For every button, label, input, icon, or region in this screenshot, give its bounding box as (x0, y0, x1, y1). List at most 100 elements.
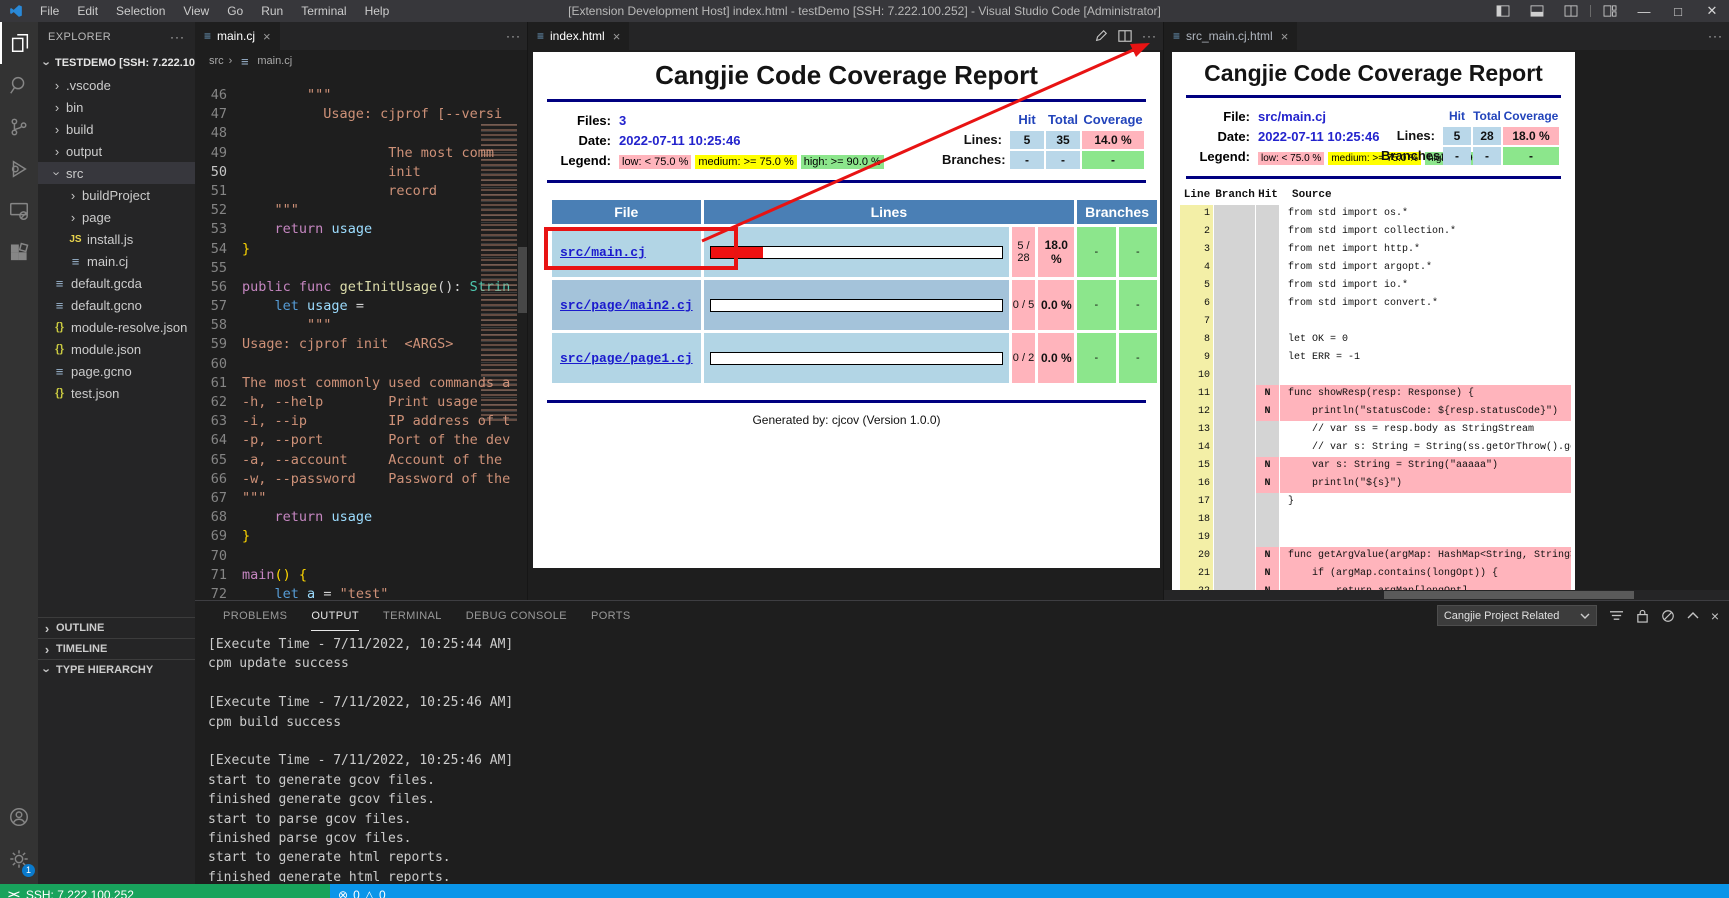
coverage-bar (710, 299, 1003, 312)
sidebar-section-outline[interactable]: ›OUTLINE (38, 617, 195, 638)
minimap[interactable] (481, 124, 517, 424)
tree-item-bin[interactable]: ›bin (38, 96, 195, 118)
menu-help[interactable]: Help (356, 0, 399, 22)
source-line-number: 5 (1180, 277, 1214, 295)
editor-actions-more-icon[interactable]: ··· (1142, 29, 1157, 43)
menu-run[interactable]: Run (252, 0, 292, 22)
section-label: OUTLINE (56, 622, 104, 634)
json-file-icon: {} (52, 343, 67, 355)
tree-item-default.gcno[interactable]: ≡default.gcno (38, 294, 195, 316)
close-tab-icon[interactable]: × (1281, 29, 1289, 44)
panel-tab-problems[interactable]: PROBLEMS (223, 601, 287, 631)
window-controls: — □ ✕ (1486, 0, 1729, 22)
minimize-button[interactable]: — (1627, 0, 1661, 22)
menu-edit[interactable]: Edit (68, 0, 107, 22)
source-control-icon[interactable] (0, 106, 38, 148)
close-panel-icon[interactable]: × (1711, 608, 1719, 624)
breadcrumb[interactable]: src › ≡ main.cj (195, 50, 527, 72)
close-button[interactable]: ✕ (1695, 0, 1729, 22)
maximize-button[interactable]: □ (1661, 0, 1695, 22)
menu-selection[interactable]: Selection (107, 0, 174, 22)
tree-item-build[interactable]: ›build (38, 118, 195, 140)
maximize-panel-icon[interactable] (1687, 611, 1699, 620)
tree-item-buildProject[interactable]: ›buildProject (38, 184, 195, 206)
menu-file[interactable]: File (31, 0, 68, 22)
tree-item-page[interactable]: ›page (38, 206, 195, 228)
output-log[interactable]: [Execute Time - 7/11/2022, 10:25:44 AM]c… (208, 635, 1725, 882)
output-filter-icon[interactable] (1609, 609, 1624, 622)
tree-item-module.json[interactable]: {}module.json (38, 338, 195, 360)
tree-item-.vscode[interactable]: ›.vscode (38, 74, 195, 96)
editor-actions-more-icon[interactable]: ··· (506, 29, 521, 43)
tree-item-module-resolve.json[interactable]: {}module-resolve.json (38, 316, 195, 338)
menu-view[interactable]: View (174, 0, 218, 22)
horizontal-scrollbar[interactable] (1164, 590, 1729, 600)
extensions-icon[interactable] (0, 232, 38, 274)
tree-item-src[interactable]: ›src (38, 162, 195, 184)
scrollbar-thumb[interactable] (518, 247, 527, 313)
code-editor[interactable]: 46 """47 Usage: cjprof [--versi4849 The … (195, 72, 527, 600)
search-icon[interactable] (0, 64, 38, 106)
remote-explorer-icon[interactable] (0, 190, 38, 232)
toggle-sidebar-icon[interactable] (1486, 0, 1520, 22)
explorer-icon[interactable] (0, 22, 38, 64)
report-footer: Generated by: cjcov (Version 1.0.0) (533, 413, 1160, 427)
toggle-panel-icon[interactable] (1520, 0, 1554, 22)
source-line-number: 14 (1180, 439, 1214, 457)
source-code-cell (1280, 367, 1571, 385)
workspace-root[interactable]: › TESTDEMO [SSH: 7.222.10... (38, 52, 195, 74)
code-text: Usage: cjprof init <ARGS> (242, 335, 453, 354)
account-icon[interactable] (0, 796, 38, 838)
source-row: 14 // var s: String = String(ss.getOrThr… (1180, 439, 1571, 457)
panel-tab-output[interactable]: OUTPUT (311, 601, 359, 631)
close-tab-icon[interactable]: × (613, 29, 621, 44)
sidebar-section-type-hierarchy[interactable]: ›TYPE HIERARCHY (38, 659, 195, 680)
sidebar-more-icon[interactable]: ··· (170, 30, 185, 44)
panel-tab-terminal[interactable]: TERMINAL (383, 601, 442, 631)
scrollbar-thumb[interactable] (1384, 591, 1634, 599)
file-link-src-page-main2-cj[interactable]: src/page/main2.cj (560, 298, 693, 313)
edit-pencil-icon[interactable] (1094, 29, 1108, 43)
line-number: 52 (195, 201, 242, 220)
tree-item-install.js[interactable]: JSinstall.js (38, 228, 195, 250)
tree-item-page.gcno[interactable]: ≡page.gcno (38, 360, 195, 382)
customize-layout-icon[interactable] (1593, 0, 1627, 22)
editor-group-file-preview: ≡ src_main.cj.html × ··· Cangjie Code Co… (1164, 22, 1729, 600)
close-tab-icon[interactable]: × (263, 29, 271, 44)
report-file: src/main.cj (1258, 109, 1326, 124)
clear-output-icon[interactable] (1661, 609, 1675, 623)
branch-cell: - (1077, 280, 1115, 330)
file-link-src-page-page1-cj[interactable]: src/page/page1.cj (560, 351, 693, 366)
tab-index-html[interactable]: ≡ index.html × (528, 22, 629, 50)
remote-indicator[interactable]: >< SSH: 7.222.100.252 (0, 884, 330, 898)
tree-item-default.gcda[interactable]: ≡default.gcda (38, 272, 195, 294)
file-link-src-main-cj[interactable]: src/main.cj (560, 245, 646, 260)
panel-controls: Cangjie Project Related × (1437, 605, 1719, 626)
problems-indicator[interactable]: ⊗ 0 △ 0 (330, 884, 394, 898)
table-row: src/page/page1.cj0 / 20.0 %-- (552, 333, 1157, 383)
run-debug-icon[interactable] (0, 148, 38, 190)
editor-group-index-preview: ≡ index.html × ··· Cangjie Code Coverage… (528, 22, 1164, 600)
line-number: 70 (195, 547, 242, 566)
tree-item-main.cj[interactable]: ≡main.cj (38, 250, 195, 272)
line-number: 63 (195, 412, 242, 431)
branch-cell: - (1119, 280, 1157, 330)
code-text: main() { (242, 566, 307, 585)
panel-tab-ports[interactable]: PORTS (591, 601, 631, 631)
panel-tab-debug-console[interactable]: DEBUG CONSOLE (466, 601, 567, 631)
tab-main-cj[interactable]: ≡ main.cj × (195, 22, 280, 50)
source-row: 8let OK = 0 (1180, 331, 1571, 349)
split-editor-icon[interactable] (1554, 0, 1588, 22)
tree-item-output[interactable]: ›output (38, 140, 195, 162)
menu-go[interactable]: Go (218, 0, 252, 22)
editor-actions-more-icon[interactable]: ··· (1708, 29, 1723, 43)
menu-terminal[interactable]: Terminal (292, 0, 355, 22)
output-channel-select[interactable]: Cangjie Project Related (1437, 605, 1597, 626)
tab-src-main-cj-html[interactable]: ≡ src_main.cj.html × (1164, 22, 1297, 50)
tree-item-test.json[interactable]: {}test.json (38, 382, 195, 404)
lock-autoscroll-icon[interactable] (1636, 609, 1649, 623)
settings-gear-icon[interactable]: 1 (0, 838, 38, 880)
sidebar-section-timeline[interactable]: ›TIMELINE (38, 638, 195, 659)
split-editor-icon[interactable] (1118, 29, 1132, 43)
code-line: 66-w, --password Password of the (195, 470, 527, 489)
